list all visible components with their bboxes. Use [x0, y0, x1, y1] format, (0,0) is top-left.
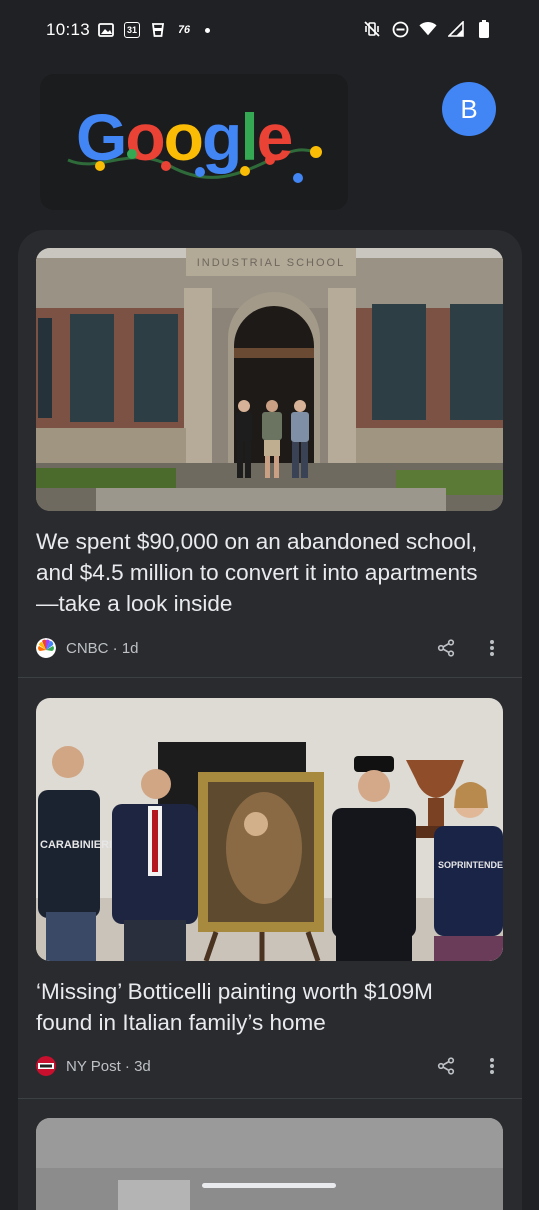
- doodle-artwork: Google: [67, 100, 322, 183]
- card-divider: [18, 677, 522, 678]
- coffee-cup-icon: [149, 21, 167, 39]
- image-sign-text: INDUSTRIAL SCHOOL: [197, 257, 346, 269]
- do-not-disturb-icon: [391, 20, 409, 38]
- article-image-school[interactable]: INDUSTRIAL SCHOOL: [36, 248, 503, 511]
- status-time: 10:13: [46, 20, 91, 39]
- status-right-icons: [363, 20, 493, 38]
- status-left-icons: 31 76: [97, 21, 210, 39]
- calendar-icon: 31: [123, 21, 141, 39]
- google-doodle[interactable]: Google: [40, 74, 348, 210]
- cell-signal-icon: [447, 20, 465, 38]
- article-source-meta: NY Post · 3d: [66, 1057, 151, 1075]
- share-icon[interactable]: [434, 636, 458, 660]
- cnbc-logo-icon: [36, 638, 56, 658]
- more-options-icon[interactable]: [480, 1054, 504, 1078]
- article-image-botticelli[interactable]: CARABINIERI TPC SOPRINTENDENZ: [36, 698, 503, 961]
- share-icon[interactable]: [434, 1054, 458, 1078]
- article-source-meta: CNBC · 1d: [66, 639, 139, 657]
- article-source-row: NY Post · 3d: [36, 1054, 506, 1078]
- card-divider: [18, 1098, 522, 1099]
- news-card[interactable]: CARABINIERI TPC SOPRINTENDENZ ‘M: [18, 680, 522, 1100]
- news-card[interactable]: INDUSTRIAL SCHOOL We spent $90,000 on an…: [18, 230, 522, 678]
- home-gesture-indicator[interactable]: [202, 1183, 336, 1188]
- weather-temp-icon: 76: [176, 24, 192, 36]
- article-headline[interactable]: We spent $90,000 on an abandoned school,…: [36, 526, 486, 619]
- status-bar: 10:13 31 76: [0, 0, 539, 62]
- notification-dot-icon: [205, 27, 210, 33]
- nypost-logo-icon: [36, 1056, 56, 1076]
- article-headline[interactable]: ‘Missing’ Botticelli painting worth $109…: [36, 976, 486, 1038]
- news-card[interactable]: [18, 1100, 522, 1210]
- more-options-icon[interactable]: [480, 636, 504, 660]
- article-source-row: CNBC · 1d: [36, 636, 506, 660]
- article-image-partial[interactable]: [36, 1118, 503, 1210]
- mute-vibrate-icon: [363, 20, 381, 38]
- account-avatar[interactable]: B: [442, 82, 496, 136]
- image-jacket-text-right: SOPRINTENDENZ: [438, 860, 503, 870]
- doodle-letters: Google: [76, 100, 292, 174]
- gallery-icon: [97, 21, 115, 39]
- wifi-icon: [419, 20, 437, 38]
- discover-feed[interactable]: INDUSTRIAL SCHOOL We spent $90,000 on an…: [18, 230, 522, 1210]
- battery-icon: [475, 20, 493, 38]
